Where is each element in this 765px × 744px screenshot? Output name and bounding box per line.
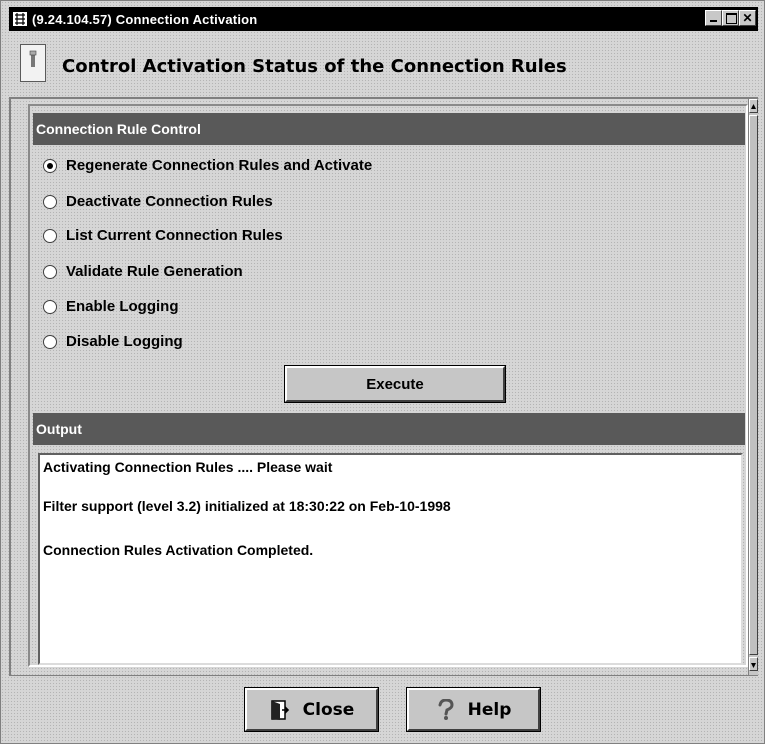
radio-label: Enable Logging <box>66 298 179 315</box>
close-window-button[interactable]: ✕ <box>739 10 756 26</box>
radio-label: Validate Rule Generation <box>66 263 243 280</box>
radio-label: Disable Logging <box>66 333 183 350</box>
radio-label: Deactivate Connection Rules <box>66 193 273 210</box>
radio-label: List Current Connection Rules <box>66 227 283 244</box>
maximize-button[interactable] <box>722 10 739 26</box>
radio-button[interactable] <box>43 194 57 209</box>
help-button-label: Help <box>467 699 512 720</box>
radio-label: Regenerate Connection Rules and Activate <box>66 157 373 174</box>
execute-button[interactable]: Execute <box>284 365 506 403</box>
page-title: Control Activation Status of the Connect… <box>62 56 567 77</box>
app-icon <box>12 11 28 27</box>
rule-control-header: Connection Rule Control <box>33 113 745 145</box>
window-title: (9.24.104.57) Connection Activation <box>32 11 258 27</box>
output-line: Filter support (level 3.2) initialized a… <box>43 498 451 514</box>
minimize-button[interactable] <box>705 10 722 26</box>
output-line: Connection Rules Activation Completed. <box>43 542 314 558</box>
radio-option-enable-logging[interactable]: Enable Logging <box>43 298 179 315</box>
main-panel: Connection Rule Control Regenerate Conne… <box>9 97 758 675</box>
maximize-icon <box>726 13 737 24</box>
door-exit-icon <box>269 699 291 721</box>
close-button[interactable]: Close <box>244 687 379 732</box>
scroll-down-arrow[interactable] <box>749 657 758 671</box>
radio-option-disable-logging[interactable]: Disable Logging <box>43 333 183 350</box>
vertical-scrollbar[interactable] <box>748 99 758 675</box>
radio-button[interactable] <box>43 299 57 314</box>
execute-button-label: Execute <box>366 375 424 393</box>
close-icon: ✕ <box>742 11 753 25</box>
question-mark-icon <box>436 698 456 721</box>
help-button[interactable]: Help <box>406 687 541 732</box>
header: Control Activation Status of the Connect… <box>9 31 758 97</box>
radio-button[interactable] <box>43 264 57 279</box>
radio-option-regenerate[interactable]: Regenerate Connection Rules and Activate <box>43 157 372 174</box>
output-text-area[interactable]: Activating Connection Rules .... Please … <box>38 453 743 665</box>
minimize-icon <box>710 20 717 22</box>
close-button-label: Close <box>302 699 355 720</box>
scroll-up-arrow[interactable] <box>749 99 758 113</box>
radio-button[interactable] <box>43 334 57 349</box>
scroll-thumb[interactable] <box>749 115 758 655</box>
radio-button[interactable] <box>43 158 57 173</box>
output-header: Output <box>33 413 745 445</box>
footer: Close Help <box>9 675 758 742</box>
content-area: Connection Rule Control Regenerate Conne… <box>28 104 748 667</box>
window: (9.24.104.57) Connection Activation ✕ Co… <box>0 0 765 744</box>
radio-button[interactable] <box>43 228 57 243</box>
radio-option-deactivate[interactable]: Deactivate Connection Rules <box>43 193 273 210</box>
radio-option-list[interactable]: List Current Connection Rules <box>43 227 283 244</box>
title-bar[interactable]: (9.24.104.57) Connection Activation ✕ <box>9 7 758 31</box>
radio-option-validate[interactable]: Validate Rule Generation <box>43 263 243 280</box>
switch-icon <box>20 44 46 82</box>
output-line: Activating Connection Rules .... Please … <box>43 459 333 475</box>
